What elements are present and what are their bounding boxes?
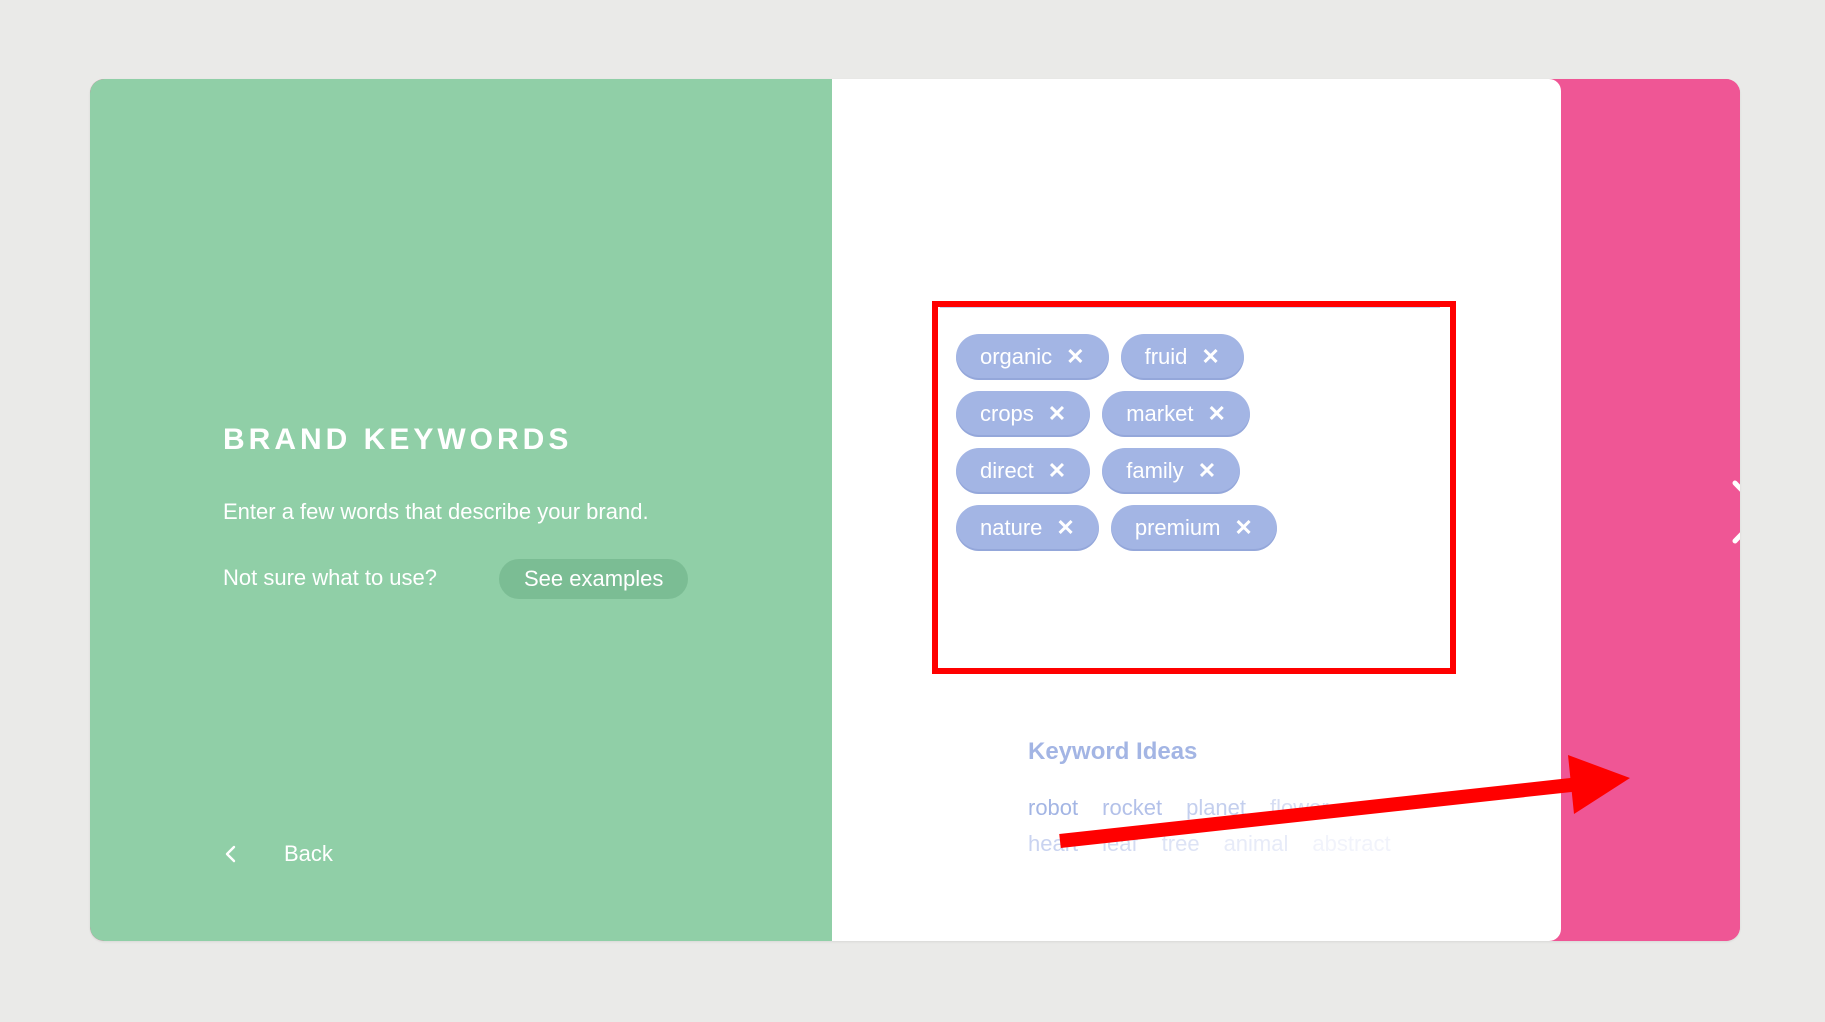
tag-list: organic ✕ fruid ✕ crops ✕ market ✕ direc… [956,334,1277,562]
tag-row: organic ✕ fruid ✕ [956,334,1277,380]
keyword-idea[interactable]: rocket [1102,795,1162,821]
tag-label: organic [980,344,1053,369]
keyword-idea[interactable]: tree [1162,831,1200,857]
keyword-tag: direct ✕ [956,448,1091,494]
back-button[interactable]: Back [220,841,333,867]
back-label: Back [284,841,333,866]
tag-label: crops [980,401,1034,426]
keyword-panel: organic ✕ fruid ✕ crops ✕ market ✕ direc… [832,79,1561,941]
keyword-ideas-row: robot rocket planet flower s [1028,795,1364,821]
keyword-idea[interactable]: flower [1270,795,1329,821]
close-icon[interactable]: ✕ [1234,515,1252,541]
tag-label: premium [1134,515,1221,540]
see-examples-button[interactable]: See examples [499,559,689,599]
close-icon[interactable]: ✕ [1056,515,1074,541]
unsure-label: Not sure what to use? [223,565,438,590]
keyword-idea[interactable]: planet [1186,795,1246,821]
page-title: BRAND KEYWORDS [223,423,573,456]
close-icon[interactable]: ✕ [1066,344,1084,370]
keyword-tag: family ✕ [1102,448,1241,494]
close-icon[interactable]: ✕ [1048,401,1066,427]
tag-row: nature ✕ premium ✕ [956,505,1277,551]
tag-label: nature [980,515,1043,540]
tag-label: family [1126,458,1184,483]
keyword-tag: fruid ✕ [1120,334,1244,380]
keyword-tag: nature ✕ [956,505,1099,551]
chevron-right-icon[interactable] [1723,477,1740,547]
keyword-tag: premium ✕ [1110,505,1277,551]
close-icon[interactable]: ✕ [1048,458,1066,484]
tag-row: crops ✕ market ✕ [956,391,1277,437]
keyword-ideas-row: heart leaf tree animal abstract [1028,831,1391,857]
keyword-idea[interactable]: abstract [1312,831,1390,857]
tag-label: direct [980,458,1034,483]
close-icon[interactable]: ✕ [1201,344,1219,370]
keyword-idea[interactable]: s [1353,795,1364,821]
next-panel[interactable] [1561,79,1740,941]
keyword-idea[interactable]: heart [1028,831,1078,857]
keyword-tag: market ✕ [1102,391,1250,437]
keyword-input[interactable]: organic ✕ fruid ✕ crops ✕ market ✕ direc… [940,306,1440,658]
tag-label: market [1126,401,1194,426]
tag-row: direct ✕ family ✕ [956,448,1277,494]
tag-label: fruid [1144,344,1188,369]
keyword-idea[interactable]: leaf [1102,831,1137,857]
intro-panel: BRAND KEYWORDS Enter a few words that de… [90,79,832,941]
chevron-left-icon [225,845,236,863]
keyword-tag: crops ✕ [956,391,1091,437]
keyword-idea[interactable]: animal [1224,831,1289,857]
keyword-tag: organic ✕ [956,334,1109,380]
keyword-ideas-title: Keyword Ideas [1028,738,1198,765]
onboarding-card: BRAND KEYWORDS Enter a few words that de… [90,79,1740,941]
close-icon[interactable]: ✕ [1198,458,1216,484]
close-icon[interactable]: ✕ [1207,401,1225,427]
page-description: Enter a few words that describe your bra… [223,499,649,524]
keyword-idea[interactable]: robot [1028,795,1078,821]
